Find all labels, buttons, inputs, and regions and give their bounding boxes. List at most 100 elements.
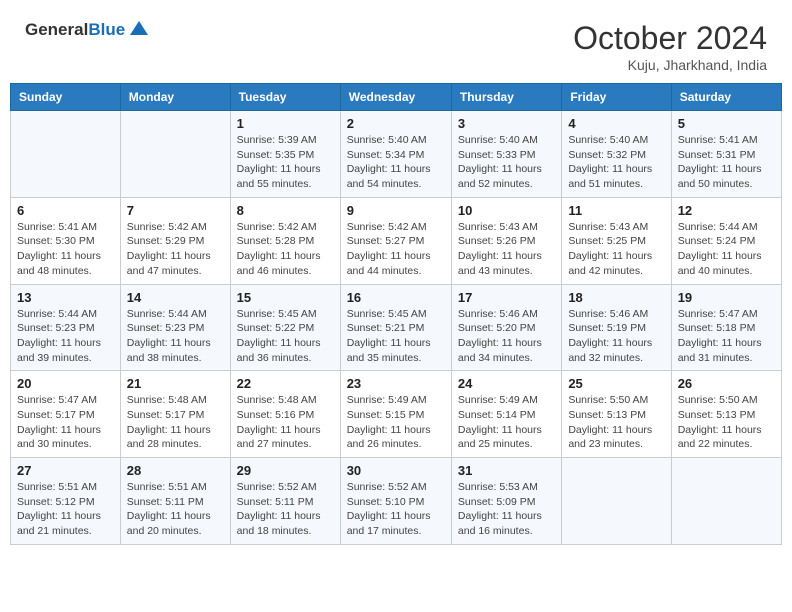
day-info: Sunrise: 5:47 AMSunset: 5:18 PMDaylight:… <box>678 307 775 366</box>
calendar-cell: 18 Sunrise: 5:46 AMSunset: 5:19 PMDayligh… <box>562 284 671 371</box>
calendar-cell: 27 Sunrise: 5:51 AMSunset: 5:12 PMDayligh… <box>11 458 121 545</box>
calendar-cell: 14 Sunrise: 5:44 AMSunset: 5:23 PMDayligh… <box>120 284 230 371</box>
day-header-sunday: Sunday <box>11 84 121 111</box>
calendar-week-4: 20 Sunrise: 5:47 AMSunset: 5:17 PMDayligh… <box>11 371 782 458</box>
calendar-cell: 16 Sunrise: 5:45 AMSunset: 5:21 PMDayligh… <box>340 284 451 371</box>
calendar-cell: 31 Sunrise: 5:53 AMSunset: 5:09 PMDayligh… <box>451 458 561 545</box>
day-info: Sunrise: 5:49 AMSunset: 5:14 PMDaylight:… <box>458 393 555 452</box>
day-number: 24 <box>458 376 555 391</box>
calendar-cell: 30Sunrise: 5:52 AMSunset: 5:10 PMDayligh… <box>340 458 451 545</box>
calendar-cell: 25 Sunrise: 5:50 AMSunset: 5:13 PMDayligh… <box>562 371 671 458</box>
day-info: Sunrise: 5:46 AMSunset: 5:20 PMDaylight:… <box>458 307 555 366</box>
day-number: 12 <box>678 203 775 218</box>
day-header-thursday: Thursday <box>451 84 561 111</box>
calendar-cell <box>120 111 230 198</box>
day-info: Sunrise: 5:51 AMSunset: 5:12 PMDaylight:… <box>17 480 114 539</box>
day-info: Sunrise: 5:42 AMSunset: 5:29 PMDaylight:… <box>127 220 224 279</box>
day-number: 11 <box>568 203 664 218</box>
day-number: 4 <box>568 116 664 131</box>
calendar-cell: 11 Sunrise: 5:43 AMSunset: 5:25 PMDayligh… <box>562 197 671 284</box>
day-info: Sunrise: 5:45 AMSunset: 5:22 PMDaylight:… <box>237 307 334 366</box>
day-info: Sunrise: 5:42 AMSunset: 5:28 PMDaylight:… <box>237 220 334 279</box>
calendar-cell: 26Sunrise: 5:50 AMSunset: 5:13 PMDayligh… <box>671 371 781 458</box>
day-header-wednesday: Wednesday <box>340 84 451 111</box>
logo-blue-text: Blue <box>88 20 125 39</box>
day-info: Sunrise: 5:42 AMSunset: 5:27 PMDaylight:… <box>347 220 445 279</box>
day-info: Sunrise: 5:40 AMSunset: 5:34 PMDaylight:… <box>347 133 445 192</box>
day-info: Sunrise: 5:48 AMSunset: 5:16 PMDaylight:… <box>237 393 334 452</box>
calendar-cell: 21Sunrise: 5:48 AMSunset: 5:17 PMDayligh… <box>120 371 230 458</box>
day-number: 5 <box>678 116 775 131</box>
day-number: 15 <box>237 290 334 305</box>
calendar-cell: 5 Sunrise: 5:41 AMSunset: 5:31 PMDaylight… <box>671 111 781 198</box>
calendar-cell: 17 Sunrise: 5:46 AMSunset: 5:20 PMDayligh… <box>451 284 561 371</box>
calendar-cell <box>671 458 781 545</box>
day-header-monday: Monday <box>120 84 230 111</box>
day-number: 6 <box>17 203 114 218</box>
day-info: Sunrise: 5:50 AMSunset: 5:13 PMDaylight:… <box>678 393 775 452</box>
page-header: GeneralBlue October 2024 Kuju, Jharkhand… <box>10 10 782 78</box>
day-header-tuesday: Tuesday <box>230 84 340 111</box>
day-number: 22 <box>237 376 334 391</box>
day-number: 17 <box>458 290 555 305</box>
day-number: 2 <box>347 116 445 131</box>
day-number: 28 <box>127 463 224 478</box>
day-info: Sunrise: 5:49 AMSunset: 5:15 PMDaylight:… <box>347 393 445 452</box>
day-headers-row: SundayMondayTuesdayWednesdayThursdayFrid… <box>11 84 782 111</box>
day-info: Sunrise: 5:53 AMSunset: 5:09 PMDaylight:… <box>458 480 555 539</box>
calendar-body: 1Sunrise: 5:39 AMSunset: 5:35 PMDaylight… <box>11 111 782 545</box>
calendar-header: SundayMondayTuesdayWednesdayThursdayFrid… <box>11 84 782 111</box>
day-number: 9 <box>347 203 445 218</box>
day-header-saturday: Saturday <box>671 84 781 111</box>
day-number: 29 <box>237 463 334 478</box>
day-info: Sunrise: 5:41 AMSunset: 5:31 PMDaylight:… <box>678 133 775 192</box>
calendar-cell: 4 Sunrise: 5:40 AMSunset: 5:32 PMDaylight… <box>562 111 671 198</box>
day-number: 18 <box>568 290 664 305</box>
day-number: 10 <box>458 203 555 218</box>
calendar-cell: 10 Sunrise: 5:43 AMSunset: 5:26 PMDayligh… <box>451 197 561 284</box>
calendar-cell: 1Sunrise: 5:39 AMSunset: 5:35 PMDaylight… <box>230 111 340 198</box>
day-info: Sunrise: 5:44 AMSunset: 5:23 PMDaylight:… <box>127 307 224 366</box>
day-info: Sunrise: 5:40 AMSunset: 5:32 PMDaylight:… <box>568 133 664 192</box>
day-info: Sunrise: 5:52 AMSunset: 5:11 PMDaylight:… <box>237 480 334 539</box>
location: Kuju, Jharkhand, India <box>573 57 767 73</box>
calendar-cell: 9 Sunrise: 5:42 AMSunset: 5:27 PMDaylight… <box>340 197 451 284</box>
calendar-cell: 6 Sunrise: 5:41 AMSunset: 5:30 PMDaylight… <box>11 197 121 284</box>
day-number: 1 <box>237 116 334 131</box>
day-info: Sunrise: 5:43 AMSunset: 5:26 PMDaylight:… <box>458 220 555 279</box>
day-info: Sunrise: 5:44 AMSunset: 5:23 PMDaylight:… <box>17 307 114 366</box>
day-info: Sunrise: 5:45 AMSunset: 5:21 PMDaylight:… <box>347 307 445 366</box>
day-number: 21 <box>127 376 224 391</box>
calendar-table: SundayMondayTuesdayWednesdayThursdayFrid… <box>10 83 782 545</box>
day-number: 16 <box>347 290 445 305</box>
day-info: Sunrise: 5:47 AMSunset: 5:17 PMDaylight:… <box>17 393 114 452</box>
day-info: Sunrise: 5:44 AMSunset: 5:24 PMDaylight:… <box>678 220 775 279</box>
day-number: 20 <box>17 376 114 391</box>
calendar-cell: 22 Sunrise: 5:48 AMSunset: 5:16 PMDayligh… <box>230 371 340 458</box>
day-number: 14 <box>127 290 224 305</box>
day-number: 30 <box>347 463 445 478</box>
day-number: 8 <box>237 203 334 218</box>
day-info: Sunrise: 5:41 AMSunset: 5:30 PMDaylight:… <box>17 220 114 279</box>
day-number: 25 <box>568 376 664 391</box>
logo-icon <box>130 21 148 39</box>
calendar-cell: 15 Sunrise: 5:45 AMSunset: 5:22 PMDayligh… <box>230 284 340 371</box>
day-info: Sunrise: 5:43 AMSunset: 5:25 PMDaylight:… <box>568 220 664 279</box>
calendar-week-5: 27 Sunrise: 5:51 AMSunset: 5:12 PMDayligh… <box>11 458 782 545</box>
calendar-cell: 13 Sunrise: 5:44 AMSunset: 5:23 PMDayligh… <box>11 284 121 371</box>
calendar-cell: 28 Sunrise: 5:51 AMSunset: 5:11 PMDayligh… <box>120 458 230 545</box>
calendar-week-2: 6 Sunrise: 5:41 AMSunset: 5:30 PMDaylight… <box>11 197 782 284</box>
calendar-cell: 20 Sunrise: 5:47 AMSunset: 5:17 PMDayligh… <box>11 371 121 458</box>
calendar-cell: 29 Sunrise: 5:52 AMSunset: 5:11 PMDayligh… <box>230 458 340 545</box>
day-header-friday: Friday <box>562 84 671 111</box>
calendar-cell: 3Sunrise: 5:40 AMSunset: 5:33 PMDaylight… <box>451 111 561 198</box>
calendar-cell: 2 Sunrise: 5:40 AMSunset: 5:34 PMDaylight… <box>340 111 451 198</box>
day-info: Sunrise: 5:51 AMSunset: 5:11 PMDaylight:… <box>127 480 224 539</box>
day-number: 31 <box>458 463 555 478</box>
calendar-cell: 23Sunrise: 5:49 AMSunset: 5:15 PMDayligh… <box>340 371 451 458</box>
day-number: 27 <box>17 463 114 478</box>
day-info: Sunrise: 5:46 AMSunset: 5:19 PMDaylight:… <box>568 307 664 366</box>
day-number: 19 <box>678 290 775 305</box>
day-info: Sunrise: 5:50 AMSunset: 5:13 PMDaylight:… <box>568 393 664 452</box>
day-number: 13 <box>17 290 114 305</box>
